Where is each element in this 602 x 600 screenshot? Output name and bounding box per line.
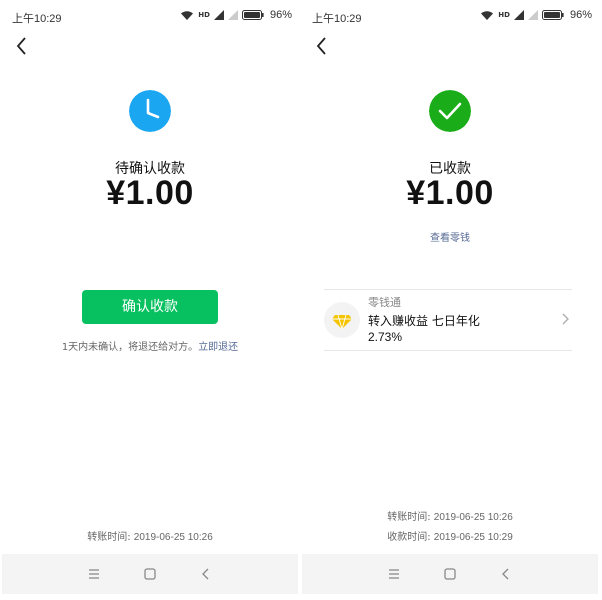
receive-time-label: 收款时间:	[387, 532, 431, 543]
refund-now-link[interactable]: 立即退还	[198, 342, 238, 353]
home-square-icon[interactable]	[142, 566, 158, 582]
receive-time: 收款时间: 2019-06-25 10:29	[302, 528, 598, 543]
battery-percent: 96%	[269, 9, 292, 21]
status-time: 上午10:29	[312, 13, 362, 25]
wifi-icon	[481, 10, 494, 20]
pending-transfer-screen: 上午10:29 HD 96% 待确认收款 ¥1.00 确认收款 1天内未确认，将…	[2, 0, 298, 600]
signal-icon	[513, 10, 524, 20]
confirm-receipt-button[interactable]: 确认收款	[82, 290, 218, 324]
transfer-time-value: 2019-06-25 10:26	[433, 512, 513, 523]
menu-icon[interactable]	[86, 566, 102, 582]
received-transfer-screen: 上午10:29 HD 96% 已收款 ¥1.00 查看零钱 零钱通 转入赚收益 …	[302, 0, 598, 600]
lingqiantong-rate: 2.73%	[368, 330, 403, 344]
receive-time-value: 2019-06-25 10:29	[433, 532, 513, 543]
diamond-icon	[332, 314, 352, 331]
lingqiantong-icon-bg	[324, 302, 360, 338]
system-nav-bar	[302, 554, 598, 594]
status-icons: HD 96%	[480, 9, 592, 21]
back-arrow-icon[interactable]	[10, 34, 34, 58]
lingqiantong-card[interactable]: 零钱通 转入赚收益 七日年化 2.73%	[324, 289, 572, 351]
refund-note-text: 1天内未确认，将退还给对方。	[61, 342, 199, 353]
network-type-label: HD	[498, 10, 510, 19]
transfer-time-value: 2019-06-25 10:26	[133, 532, 213, 543]
lingqiantong-title: 零钱通	[368, 296, 401, 309]
checkmark-circle-icon	[429, 90, 471, 132]
network-type-label: HD	[198, 10, 210, 19]
status-icons: HD 96%	[180, 9, 292, 21]
transfer-time-label: 转账时间:	[87, 532, 131, 543]
refund-note: 1天内未确认，将退还给对方。立即退还	[2, 338, 298, 353]
back-triangle-icon[interactable]	[198, 566, 214, 582]
back-arrow-icon[interactable]	[310, 34, 334, 58]
status-bar: 上午10:29 HD 96%	[2, 0, 298, 30]
battery-icon	[541, 10, 564, 20]
transfer-time: 转账时间: 2019-06-25 10:26	[302, 508, 598, 523]
transfer-time: 转账时间: 2019-06-25 10:26	[2, 528, 298, 543]
menu-icon[interactable]	[386, 566, 402, 582]
clock-icon	[129, 90, 171, 132]
battery-percent: 96%	[569, 9, 592, 21]
battery-icon	[241, 10, 264, 20]
status-bar: 上午10:29 HD 96%	[302, 0, 598, 30]
home-square-icon[interactable]	[442, 566, 458, 582]
system-nav-bar	[2, 554, 298, 594]
transfer-time-label: 转账时间:	[387, 512, 431, 523]
transfer-amount: ¥1.00	[106, 174, 194, 212]
back-triangle-icon[interactable]	[498, 566, 514, 582]
view-change-link[interactable]: 查看零钱	[302, 229, 598, 244]
signal-icon	[213, 10, 224, 20]
lingqiantong-promo: 转入赚收益 七日年化	[368, 314, 480, 328]
status-time: 上午10:29	[12, 13, 62, 25]
chevron-right-icon	[562, 313, 569, 325]
transfer-amount: ¥1.00	[406, 174, 494, 212]
signal-weak-icon	[527, 10, 538, 20]
signal-weak-icon	[227, 10, 238, 20]
wifi-icon	[181, 10, 194, 20]
